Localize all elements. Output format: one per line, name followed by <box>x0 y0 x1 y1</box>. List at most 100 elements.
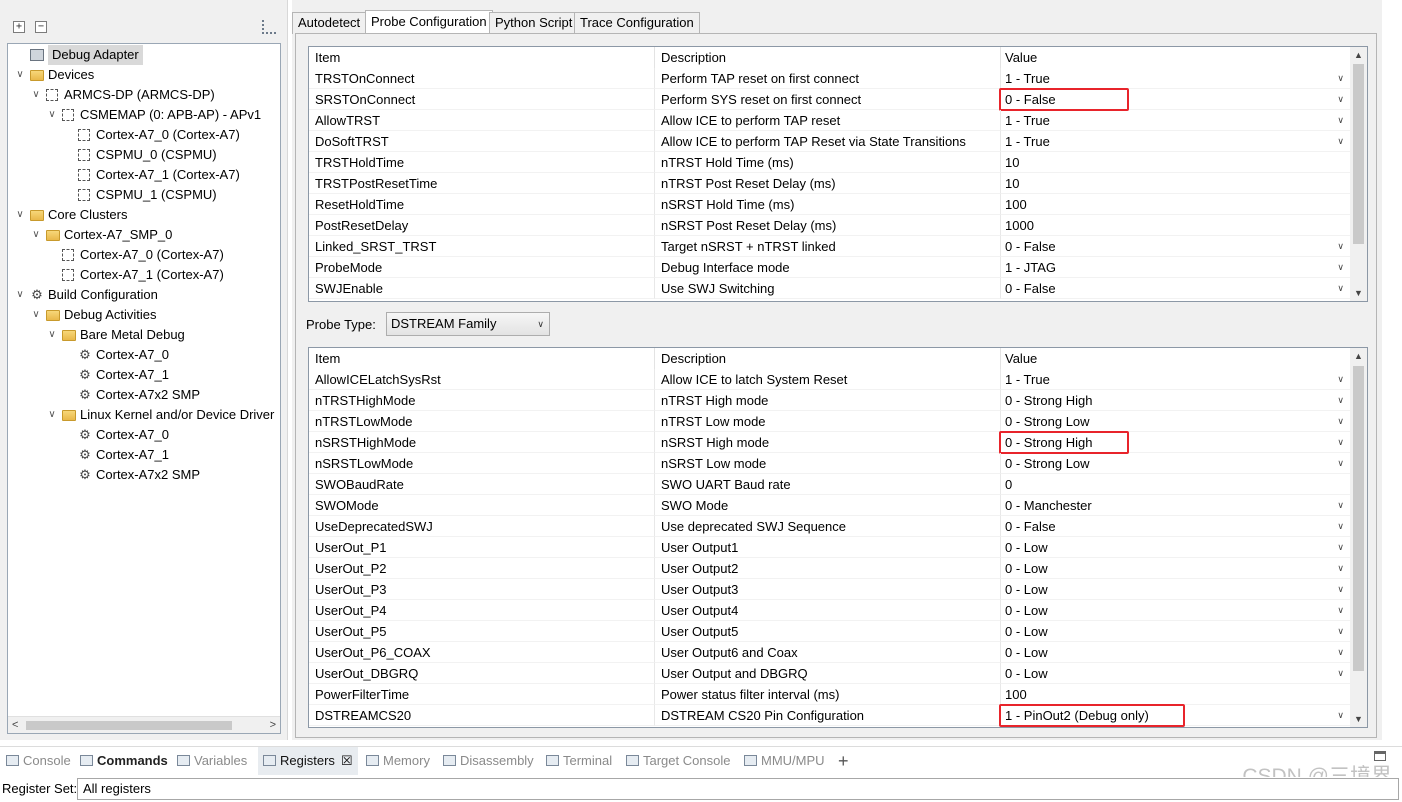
value-cell[interactable]: 1 - JTAG ∨ <box>1001 257 1350 278</box>
value-cell[interactable]: 0 <box>1001 474 1350 495</box>
dropdown-chevron-icon[interactable]: ∨ <box>1337 131 1344 152</box>
dropdown-chevron-icon[interactable]: ∨ <box>1337 278 1344 299</box>
scroll-thumb[interactable] <box>26 721 232 730</box>
value-cell[interactable]: 0 - Strong Low ∨ <box>1001 453 1350 474</box>
tree-options-icon[interactable] <box>262 20 276 34</box>
view-tab-commands[interactable]: Commands <box>80 747 168 775</box>
table-row[interactable]: DSTREAMCS20 DSTREAM CS20 Pin Configuratio… <box>309 704 1350 727</box>
expand-all-button[interactable]: + <box>13 21 25 33</box>
dropdown-chevron-icon[interactable]: ∨ <box>1337 516 1344 537</box>
value-cell[interactable]: 1 - True ∨ <box>1001 110 1350 131</box>
dropdown-chevron-icon[interactable]: ∨ <box>1337 600 1344 621</box>
tab-probe-configuration[interactable]: Probe Configuration <box>365 10 493 34</box>
dropdown-chevron-icon[interactable]: ∨ <box>1337 558 1344 579</box>
value-cell[interactable]: 0 - Low ∨ <box>1001 663 1350 684</box>
view-tab-console[interactable]: Console <box>6 747 71 775</box>
chevron-down-icon[interactable]: ∨ <box>14 65 26 85</box>
tab-trace-configuration[interactable]: Trace Configuration <box>574 12 700 34</box>
table-row[interactable]: SWOBaudRate SWO UART Baud rate 0 <box>309 474 1350 495</box>
table-row[interactable]: nSRSTLowMode nSRST Low mode 0 - Strong Low… <box>309 453 1350 474</box>
header-value[interactable]: Value <box>1001 348 1350 369</box>
dropdown-chevron-icon[interactable]: ∨ <box>1337 621 1344 642</box>
value-cell[interactable]: 10 <box>1001 152 1350 173</box>
value-cell[interactable]: 0 - False ∨ <box>1001 278 1350 299</box>
value-cell[interactable]: 0 - Strong Low ∨ <box>1001 411 1350 432</box>
dropdown-chevron-icon[interactable]: ∨ <box>1337 705 1344 726</box>
view-tab-mmu[interactable]: MMU/MPU <box>744 747 825 775</box>
scroll-right-icon[interactable]: > <box>270 717 276 733</box>
value-cell[interactable]: 1 - True ∨ <box>1001 68 1350 89</box>
scroll-left-icon[interactable]: < <box>12 717 18 733</box>
value-cell[interactable]: 100 <box>1001 194 1350 215</box>
dropdown-chevron-icon[interactable]: ∨ <box>1337 495 1344 516</box>
value-cell[interactable]: 0 - Manchester ∨ <box>1001 495 1350 516</box>
dropdown-chevron-icon[interactable]: ∨ <box>1337 453 1344 474</box>
chevron-down-icon[interactable]: ∨ <box>14 205 26 225</box>
value-cell[interactable]: 0 - Low ∨ <box>1001 558 1350 579</box>
table-row[interactable]: UserOut_P3 User Output3 0 - Low ∨ <box>309 579 1350 600</box>
dropdown-chevron-icon[interactable]: ∨ <box>1337 537 1344 558</box>
chevron-down-icon[interactable]: ∨ <box>30 85 42 105</box>
chevron-down-icon[interactable]: ∨ <box>46 325 58 345</box>
table-row[interactable]: AllowICELatchSysRst Allow ICE to latch Sy… <box>309 369 1350 390</box>
chevron-down-icon[interactable]: ∨ <box>46 405 58 425</box>
value-cell[interactable]: 0 - Low ∨ <box>1001 642 1350 663</box>
view-tab-add[interactable]: + <box>838 747 849 775</box>
dropdown-chevron-icon[interactable]: ∨ <box>1337 642 1344 663</box>
header-item[interactable]: Item <box>309 348 655 369</box>
table-row[interactable]: ProbeMode Debug Interface mode 1 - JTAG ∨ <box>309 257 1350 278</box>
dropdown-chevron-icon[interactable]: ∨ <box>1337 579 1344 600</box>
dropdown-chevron-icon[interactable]: ∨ <box>1337 411 1344 432</box>
tab-python-script[interactable]: Python Script <box>489 12 579 34</box>
chevron-down-icon[interactable]: ∨ <box>46 105 58 125</box>
header-description[interactable]: Description <box>655 348 1001 369</box>
scroll-down-icon[interactable]: ▼ <box>1350 711 1367 727</box>
table-vertical-scrollbar[interactable]: ▲ ▼ <box>1350 348 1367 727</box>
value-cell[interactable]: 0 - False ∨ <box>1001 516 1350 537</box>
table-row[interactable]: Linked_SRST_TRST Target nSRST + nTRST lin… <box>309 236 1350 257</box>
header-item[interactable]: Item <box>309 47 655 68</box>
header-value[interactable]: Value <box>1001 47 1350 68</box>
table-row[interactable]: PostResetDelay nSRST Post Reset Delay (ms… <box>309 215 1350 236</box>
tree-horizontal-scrollbar[interactable]: < > <box>8 716 280 733</box>
value-cell[interactable]: 0 - False ∨ <box>1001 236 1350 257</box>
dropdown-chevron-icon[interactable]: ∨ <box>1337 236 1344 257</box>
table-row[interactable]: UserOut_DBGRQ User Output and DBGRQ 0 - Lo… <box>309 663 1350 684</box>
scroll-thumb[interactable] <box>1353 366 1364 671</box>
register-set-input[interactable]: All registers <box>77 778 1399 800</box>
table-vertical-scrollbar[interactable]: ▲ ▼ <box>1350 47 1367 301</box>
dropdown-chevron-icon[interactable]: ∨ <box>1337 68 1344 89</box>
table-row[interactable]: TRSTPostResetTime nTRST Post Reset Delay … <box>309 173 1350 194</box>
view-tab-registers[interactable]: Registers ☒ <box>258 747 358 775</box>
scroll-thumb[interactable] <box>1353 64 1364 244</box>
table-row[interactable]: DoSoftTRST Allow ICE to perform TAP Reset… <box>309 131 1350 152</box>
tab-autodetect[interactable]: Autodetect <box>292 12 367 34</box>
dropdown-chevron-icon[interactable]: ∨ <box>1337 390 1344 411</box>
value-cell[interactable]: 10 <box>1001 173 1350 194</box>
collapse-all-button[interactable]: − <box>35 21 47 33</box>
table-row[interactable]: PowerFilterTime Power status filter inter… <box>309 684 1350 705</box>
header-description[interactable]: Description <box>655 47 1001 68</box>
scroll-down-icon[interactable]: ▼ <box>1350 285 1367 301</box>
table-row[interactable]: SWJEnable Use SWJ Switching 0 - False ∨ <box>309 278 1350 299</box>
value-cell[interactable]: 0 - Low ∨ <box>1001 537 1350 558</box>
chevron-down-icon[interactable]: ∨ <box>30 305 42 325</box>
table-row[interactable]: SRSTOnConnect Perform SYS reset on first … <box>309 88 1350 111</box>
probe-type-select[interactable]: DSTREAM Family ∨ <box>386 312 550 336</box>
value-cell[interactable]: 0 - Low ∨ <box>1001 579 1350 600</box>
view-tab-memory[interactable]: Memory <box>366 747 430 775</box>
dropdown-chevron-icon[interactable]: ∨ <box>1337 369 1344 390</box>
table-row[interactable]: nTRSTLowMode nTRST Low mode 0 - Strong Low… <box>309 411 1350 432</box>
table-row[interactable]: TRSTOnConnect Perform TAP reset on first … <box>309 68 1350 89</box>
close-icon[interactable]: ☒ <box>341 753 353 768</box>
value-cell[interactable]: 1 - True ∨ <box>1001 131 1350 152</box>
value-cell[interactable]: 1000 <box>1001 215 1350 236</box>
table-row[interactable]: TRSTHoldTime nTRST Hold Time (ms) 10 <box>309 152 1350 173</box>
view-tab-variables[interactable]: Variables <box>177 747 247 775</box>
value-cell[interactable]: 0 - Strong High ∨ <box>1001 390 1350 411</box>
dropdown-chevron-icon[interactable]: ∨ <box>1337 110 1344 131</box>
dropdown-chevron-icon[interactable]: ∨ <box>1337 663 1344 684</box>
value-cell[interactable]: 0 - Low ∨ <box>1001 600 1350 621</box>
table-row[interactable]: AllowTRST Allow ICE to perform TAP reset 1… <box>309 110 1350 131</box>
table-row[interactable]: SWOMode SWO Mode 0 - Manchester ∨ <box>309 495 1350 516</box>
